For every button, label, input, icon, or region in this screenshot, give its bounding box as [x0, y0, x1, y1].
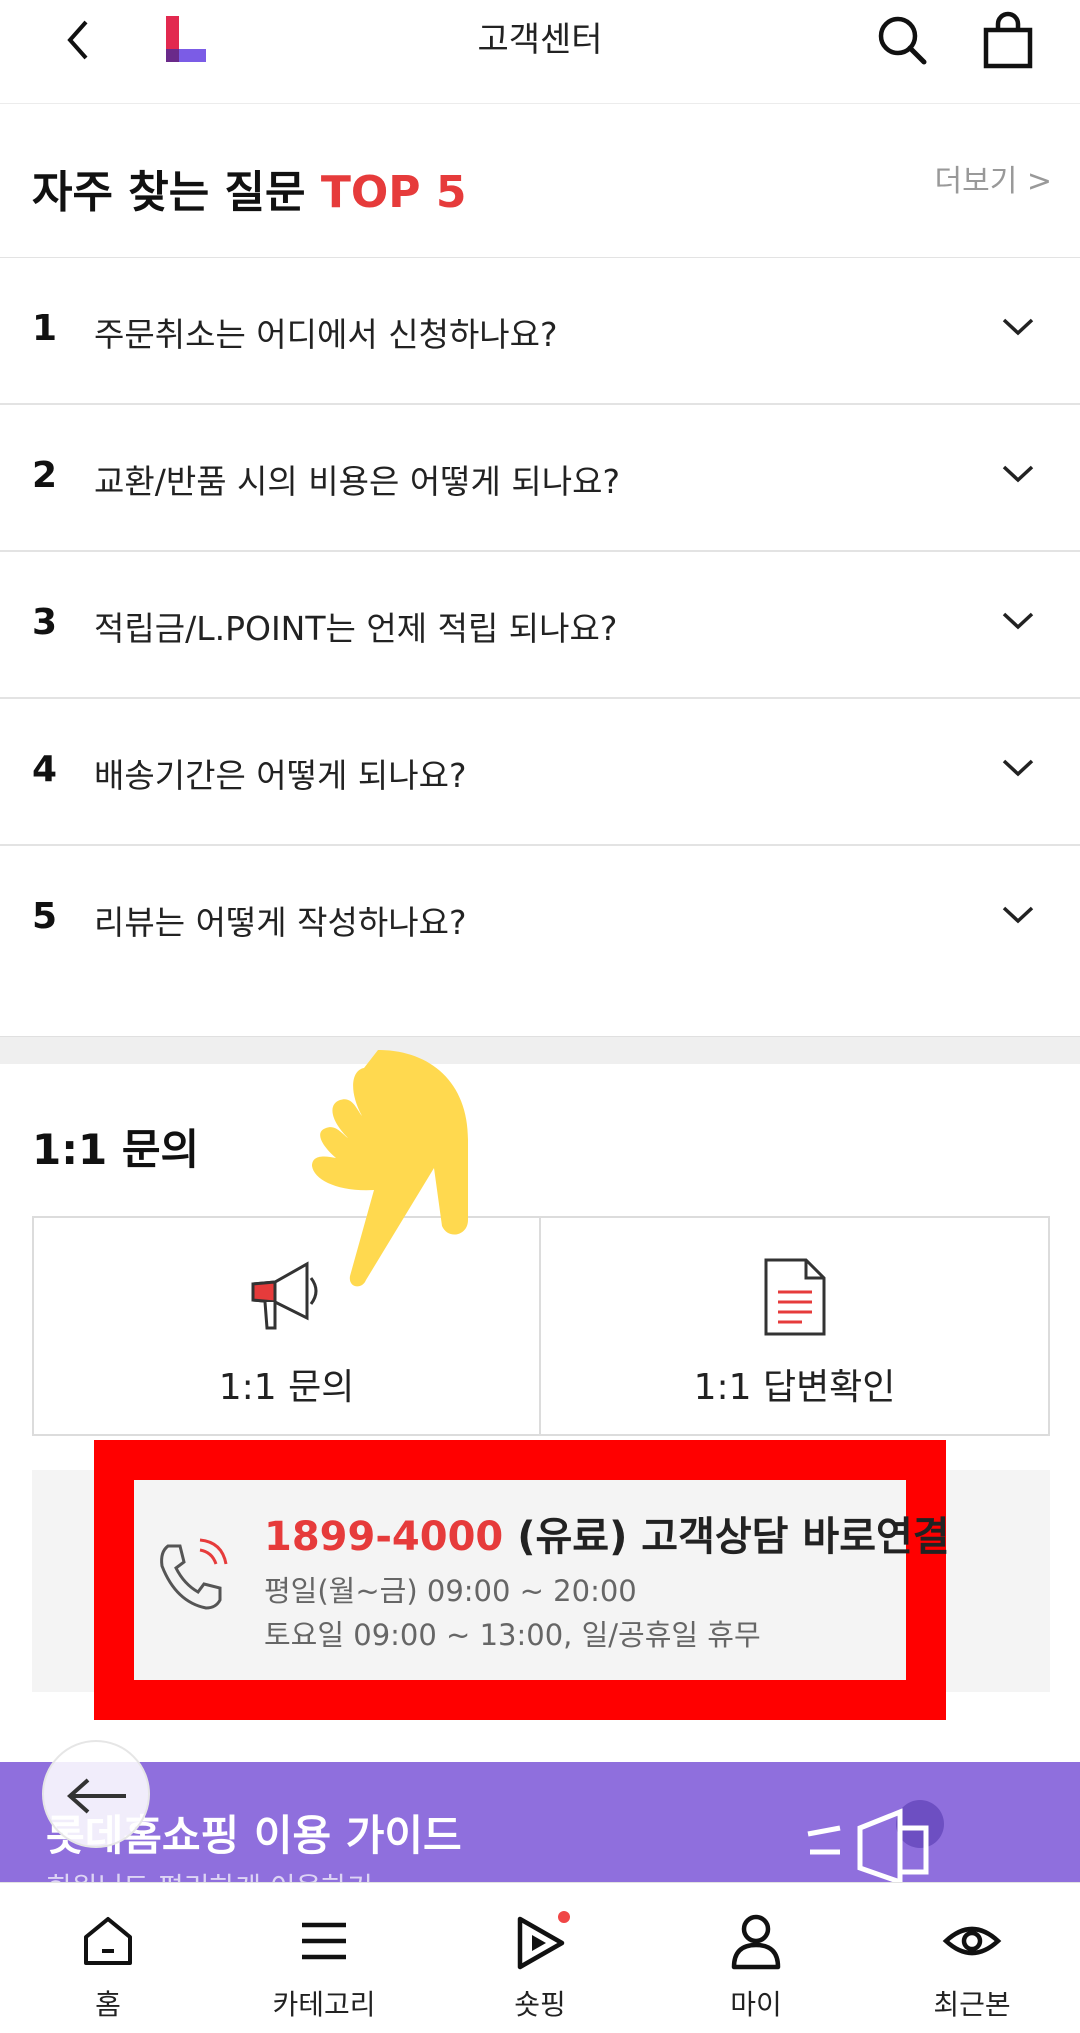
- faq-title-accent: TOP 5: [320, 167, 467, 218]
- search-icon: [878, 16, 927, 65]
- inquiry-section-title: 1:1 문의: [32, 1125, 200, 1174]
- hours-weekday: 평일(월~금) 09:00 ~ 20:00: [264, 1574, 637, 1608]
- nav-home[interactable]: 홈: [0, 1883, 216, 2033]
- answer-check-label: 1:1 답변확인: [693, 1367, 896, 1408]
- answer-check-button[interactable]: 1:1 답변확인: [541, 1218, 1048, 1434]
- chevron-down-icon: [1002, 318, 1034, 336]
- faq-item[interactable]: 3 적립금/L.POINT는 언제 적립 되나요?: [0, 552, 1080, 699]
- bottom-navigation: 홈 카테고리 숏핑 마이 최근본: [0, 1882, 1080, 2033]
- faq-question: 리뷰는 어떻게 작성하나요?: [94, 903, 467, 942]
- more-link[interactable]: 더보기 >: [935, 156, 1052, 200]
- usage-guide-banner[interactable]: 롯데홈쇼핑 이용 가이드 회원님도 편리하게 이용하기: [0, 1762, 1080, 1882]
- play-icon: [517, 1916, 565, 1970]
- faq-item[interactable]: 4 배송기간은 어떻게 되나요?: [0, 699, 1080, 846]
- floating-back-button[interactable]: [42, 1740, 150, 1848]
- menu-icon: [302, 1922, 346, 1960]
- document-icon: [764, 1258, 825, 1336]
- phone-number[interactable]: 1899-4000: [264, 1514, 503, 1560]
- section-divider: [0, 1036, 1080, 1064]
- nav-label: 마이: [730, 1988, 782, 2021]
- faq-question: 교환/반품 시의 비용은 어떻게 되나요?: [94, 462, 620, 501]
- faq-number: 1: [32, 308, 58, 349]
- person-icon: [731, 1914, 781, 1970]
- guide-subtitle: 회원님도 편리하게 이용하기: [46, 1866, 373, 1882]
- cart-button[interactable]: [980, 10, 1036, 70]
- faq-item[interactable]: 5 리뷰는 어떻게 작성하나요?: [0, 846, 1080, 993]
- faq-number: 3: [32, 602, 58, 643]
- nav-category[interactable]: 카테고리: [216, 1883, 432, 2033]
- pointing-hand-icon: [312, 1050, 468, 1287]
- chevron-down-icon: [1002, 465, 1034, 483]
- faq-title-main: 자주 찾는 질문: [32, 167, 306, 218]
- shopping-bag-icon: [983, 11, 1033, 69]
- phone-icon: [160, 1538, 228, 1610]
- nav-label: 숏핑: [514, 1988, 566, 2021]
- faq-title: 자주 찾는 질문 TOP 5: [32, 156, 466, 220]
- call-title-text: (유료) 고객상담 바로연결: [503, 1514, 950, 1560]
- app-header: 고객센터: [0, 0, 1080, 104]
- chevron-down-icon: [1002, 906, 1034, 924]
- chevron-down-icon: [1002, 759, 1034, 777]
- faq-item[interactable]: 2 교환/반품 시의 비용은 어떻게 되나요?: [0, 405, 1080, 552]
- nav-label: 최근본: [933, 1988, 1011, 2021]
- nav-recent[interactable]: 최근본: [864, 1883, 1080, 2033]
- call-center-title[interactable]: 1899-4000 (유료) 고객상담 바로연결: [264, 1504, 950, 1562]
- eye-icon: [942, 1926, 1002, 1956]
- faq-number: 5: [32, 896, 58, 937]
- arrow-left-icon: [66, 1778, 126, 1814]
- faq-header: 자주 찾는 질문 TOP 5 더보기 >: [0, 104, 1080, 258]
- hours-weekend: 토요일 09:00 ~ 13:00, 일/공휴일 휴무: [264, 1618, 761, 1652]
- nav-label: 카테고리: [272, 1988, 376, 2021]
- inquiry-box: 1:1 문의 1:1 답변확인: [32, 1216, 1050, 1436]
- nav-label: 홈: [95, 1988, 121, 2021]
- notification-dot: [558, 1911, 570, 1923]
- megaphone-illustration-icon: [807, 1800, 944, 1882]
- faq-number: 2: [32, 455, 58, 496]
- nav-shorts[interactable]: 숏핑: [432, 1883, 648, 2033]
- home-icon: [84, 1917, 132, 1965]
- chevron-down-icon: [1002, 612, 1034, 630]
- inquiry-label: 1:1 문의: [218, 1367, 355, 1408]
- faq-number: 4: [32, 749, 58, 790]
- faq-question: 적립금/L.POINT는 언제 적립 되나요?: [94, 609, 618, 648]
- faq-question: 배송기간은 어떻게 되나요?: [94, 756, 467, 795]
- nav-my[interactable]: 마이: [648, 1883, 864, 2033]
- faq-question: 주문취소는 어디에서 신청하나요?: [94, 315, 558, 354]
- search-button[interactable]: [874, 12, 930, 68]
- faq-item[interactable]: 1 주문취소는 어디에서 신청하나요?: [0, 258, 1080, 405]
